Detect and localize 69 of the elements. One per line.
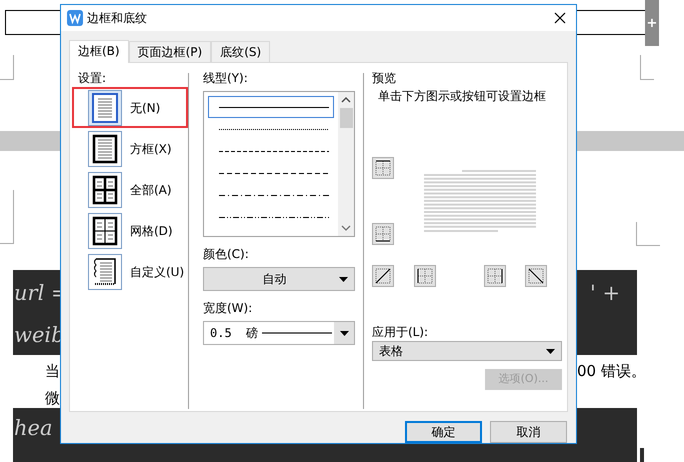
border-toggle[interactable] [484,265,506,287]
line-style-list[interactable] [203,91,355,237]
line-sample-icon [219,216,329,218]
grid-borders-icon [92,216,118,246]
settings-label: 设置: [78,70,108,87]
code-text: ' + [590,280,620,306]
corner-mark [0,190,14,244]
width-dropdown[interactable]: 0.5 磅 [203,321,355,345]
tab[interactable]: 底纹(S) [211,41,270,62]
border-toggle[interactable] [525,265,547,287]
color-label: 颜色(C): [203,246,250,263]
border-option[interactable] [88,212,122,248]
corner-mark [640,55,654,80]
custom-border-icon [92,256,118,286]
option-label: 方框(X) [130,140,172,158]
width-label: 宽度(W): [203,300,254,317]
code-block [640,448,644,462]
caret-icon [340,330,348,336]
tab[interactable]: 页面边框(P) [128,41,212,62]
diagonal-down-icon [526,266,546,286]
body-text: 微 [45,388,60,409]
line-sample-icon [219,172,329,174]
cancel-button[interactable]: 取消 [490,421,567,443]
border-toggle[interactable] [372,265,394,287]
option-label: 网格(D) [130,222,173,240]
apply-to-dropdown[interactable]: 表格 [372,341,562,361]
border-toggle[interactable] [372,223,394,245]
corner-mark [0,55,14,80]
line-style-label: 线型(Y): [203,70,249,87]
tab[interactable]: 边框(B) [69,40,129,63]
code-text: hea [14,415,52,441]
option-label: 全部(A) [130,182,172,198]
app-icon [67,10,83,26]
border-toggle[interactable] [372,157,394,179]
scroll-down-icon[interactable] [341,224,351,232]
border-option[interactable] [88,254,122,290]
window-title: 边框和底纹 [87,10,147,27]
line-sample-icon [219,106,329,108]
line-sample-icon [219,128,329,130]
scroll-up-icon[interactable] [341,96,351,104]
body-text: 00 错误。 [577,361,646,382]
line-style-option[interactable] [208,96,334,118]
bottom-border-icon [373,224,393,244]
left-border-icon [415,266,435,286]
preview-hint: 单击下方图示或按钮可设置边框 [378,88,547,105]
preview-label: 预览 [372,70,397,87]
all-borders-icon [92,174,118,204]
border-toggle[interactable] [414,265,436,287]
page-icon [92,92,118,122]
apply-to-label: 应用于(L): [372,324,430,341]
box-border-icon [92,134,118,164]
border-option[interactable] [88,172,122,208]
top-border-icon [373,158,393,178]
option-label: 无(N) [130,100,160,116]
scroll-thumb[interactable] [340,108,352,128]
diagonal-up-icon [373,266,393,286]
ok-button[interactable]: 确定 [405,421,482,443]
option-label: 自定义(U) [130,264,184,280]
line-sample-icon [262,331,332,335]
caret-icon [546,348,555,354]
caret-icon [339,276,348,282]
right-border-icon [485,266,505,286]
close-icon[interactable] [554,12,566,24]
color-dropdown[interactable]: 自动 [203,267,355,291]
line-sample-icon [219,150,329,152]
line-sample-icon [219,194,329,196]
body-text: 当 [45,361,60,382]
corner-mark [636,222,660,246]
border-option[interactable] [88,130,122,166]
